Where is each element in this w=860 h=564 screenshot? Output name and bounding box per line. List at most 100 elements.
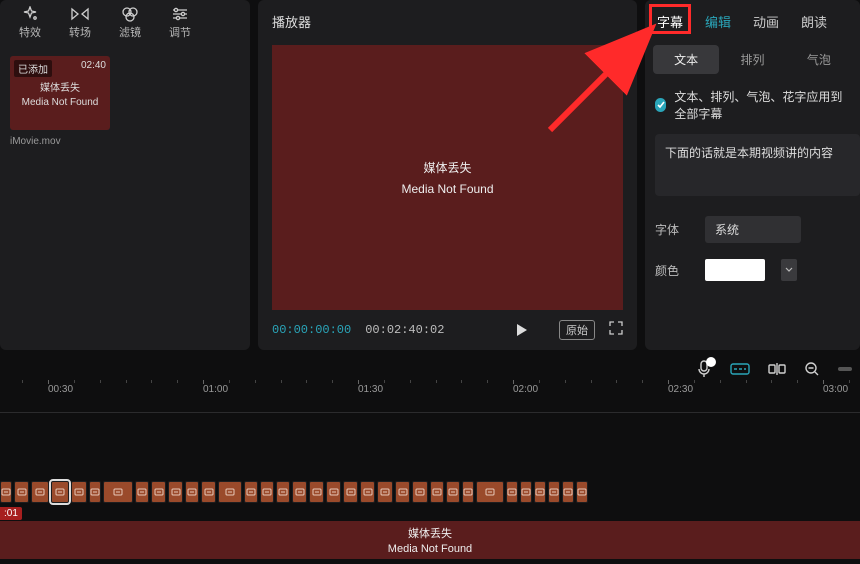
tab-label: 滤镜 <box>119 24 141 40</box>
subtitle-clip[interactable] <box>548 481 560 503</box>
subtitle-clip[interactable] <box>103 481 133 503</box>
timecode-current[interactable]: 00:00:00:00 <box>272 323 351 337</box>
tab-label: 特效 <box>19 24 41 40</box>
ruler-tick: 01:00 <box>203 384 228 395</box>
subtitle-clip[interactable] <box>135 481 149 503</box>
timecode-duration: 00:02:40:02 <box>365 323 444 337</box>
subtitle-clip[interactable] <box>218 481 242 503</box>
subtitle-clip[interactable] <box>576 481 588 503</box>
subtitle-clip[interactable] <box>395 481 410 503</box>
subtitle-clip[interactable] <box>0 481 12 503</box>
split-icon[interactable] <box>768 361 786 377</box>
tab-filter[interactable]: 滤镜 <box>110 6 150 40</box>
timeline: 00:3001:0001:3002:0002:3003:00 :01 媒体丢失 … <box>0 362 860 564</box>
subtitle-clip[interactable] <box>412 481 428 503</box>
subtitle-clip[interactable] <box>185 481 199 503</box>
ruler-tick: 00:30 <box>48 384 73 395</box>
tool-tab-strip: 特效 转场 滤镜 调节 <box>0 0 250 46</box>
media-thumb[interactable]: 已添加 02:40 媒体丢失 Media Not Found iMovie.mo… <box>10 56 110 147</box>
color-swatch[interactable] <box>705 259 765 281</box>
fullscreen-button[interactable] <box>609 321 623 340</box>
subtitle-track[interactable] <box>0 481 588 503</box>
sparkle-icon <box>20 6 40 22</box>
inspector-tab-subtitle[interactable]: 字幕 <box>657 12 683 31</box>
media-list: 已添加 02:40 媒体丢失 Media Not Found iMovie.mo… <box>0 46 250 157</box>
subtitle-clip[interactable] <box>89 481 101 503</box>
subtitle-text-value[interactable]: 下面的话就是本期视频讲的内容 <box>655 134 860 196</box>
subtitle-clip[interactable] <box>51 481 69 503</box>
player-missing-cn: 媒体丢失 <box>423 159 471 176</box>
video-missing-en: Media Not Found <box>388 543 472 555</box>
subtitle-clip[interactable] <box>446 481 460 503</box>
inspector-tab-edit[interactable]: 编辑 <box>705 12 731 31</box>
video-missing-cn: 媒体丢失 <box>408 525 452 541</box>
zoom-out-icon[interactable] <box>804 361 820 377</box>
checkbox-checked-icon[interactable] <box>655 98 666 112</box>
subtab-arrange[interactable]: 排列 <box>719 45 785 74</box>
subtitle-clip[interactable] <box>326 481 341 503</box>
subtitle-clip[interactable] <box>360 481 375 503</box>
inspector-tabs: 字幕 编辑 动画 朗读 <box>645 0 860 41</box>
subtab-text[interactable]: 文本 <box>653 45 719 74</box>
player-missing-en: Media Not Found <box>401 182 493 196</box>
tab-adjust[interactable]: 调节 <box>160 6 200 40</box>
player-viewport[interactable]: 媒体丢失 Media Not Found <box>272 45 623 310</box>
subtitle-clip[interactable] <box>430 481 444 503</box>
sliders-icon <box>170 6 190 22</box>
subtitle-clip[interactable] <box>476 481 504 503</box>
timeline-ruler[interactable]: 00:3001:0001:3002:0002:3003:00 <box>0 384 860 406</box>
apply-all-row[interactable]: 文本、排列、气泡、花字应用到全部字幕 <box>645 80 860 134</box>
subtitle-clip[interactable] <box>260 481 274 503</box>
tab-label: 调节 <box>169 24 191 40</box>
subtab-bubble[interactable]: 气泡 <box>786 45 852 74</box>
subtitle-clip[interactable] <box>168 481 183 503</box>
inspector-subtabs: 文本 排列 气泡 <box>645 41 860 80</box>
auto-caption-icon[interactable] <box>730 361 750 377</box>
subtitle-clip[interactable] <box>462 481 474 503</box>
tab-transition[interactable]: 转场 <box>60 6 100 40</box>
font-select[interactable]: 系统 <box>705 216 801 243</box>
subtitle-clip[interactable] <box>377 481 393 503</box>
player-controls: 00:00:00:00 00:02:40:02 原始 <box>258 310 637 340</box>
subtitle-clip[interactable] <box>520 481 532 503</box>
subtitle-clip[interactable] <box>562 481 574 503</box>
subtitle-clip[interactable] <box>14 481 29 503</box>
subtitle-clip[interactable] <box>343 481 358 503</box>
tab-effects[interactable]: 特效 <box>10 6 50 40</box>
play-button[interactable] <box>514 323 528 337</box>
subtitle-clip[interactable] <box>244 481 258 503</box>
color-label: 颜色 <box>655 262 689 279</box>
ruler-tick: 03:00 <box>823 384 848 395</box>
subtitle-clip[interactable] <box>276 481 290 503</box>
player-title: 播放器 <box>258 0 637 31</box>
subtitle-clip[interactable] <box>151 481 166 503</box>
subtitle-clip[interactable] <box>534 481 546 503</box>
aspect-ratio-button[interactable]: 原始 <box>559 320 595 340</box>
media-panel: 特效 转场 滤镜 调节 已添加 <box>0 0 250 350</box>
zoom-slider[interactable] <box>838 367 852 371</box>
filter-icon <box>120 6 140 22</box>
video-track-clip[interactable]: 媒体丢失 Media Not Found <box>0 521 860 559</box>
inspector-tab-anim[interactable]: 动画 <box>753 12 779 31</box>
media-missing-en: Media Not Found <box>22 97 99 108</box>
timestamp-badge: :01 <box>0 507 22 520</box>
subtitle-clip[interactable] <box>31 481 49 503</box>
player-panel: 播放器 媒体丢失 Media Not Found 00:00:00:00 00:… <box>258 0 637 350</box>
subtitle-clip[interactable] <box>506 481 518 503</box>
subtitle-clip[interactable] <box>71 481 87 503</box>
subtitle-clip[interactable] <box>201 481 216 503</box>
inspector-tab-read[interactable]: 朗读 <box>801 12 827 31</box>
media-duration: 02:40 <box>81 60 106 71</box>
subtitle-text-field[interactable]: 下面的话就是本期视频讲的内容 <box>655 134 860 196</box>
apply-all-label: 文本、排列、气泡、花字应用到全部字幕 <box>674 88 850 122</box>
subtitle-clip[interactable] <box>292 481 307 503</box>
color-row: 颜色 <box>645 251 860 289</box>
media-filename: iMovie.mov <box>10 136 110 147</box>
color-dropdown-button[interactable] <box>781 259 797 281</box>
subtitle-clip[interactable] <box>309 481 324 503</box>
font-row: 字体 系统 <box>645 208 860 251</box>
timeline-toolbar <box>696 360 852 378</box>
media-missing-cn: 媒体丢失 <box>40 79 80 94</box>
inspector-panel: 字幕 编辑 动画 朗读 文本 排列 气泡 文本、排列、气泡、花字应用到全部字幕 … <box>645 0 860 350</box>
added-badge: 已添加 <box>14 60 52 77</box>
